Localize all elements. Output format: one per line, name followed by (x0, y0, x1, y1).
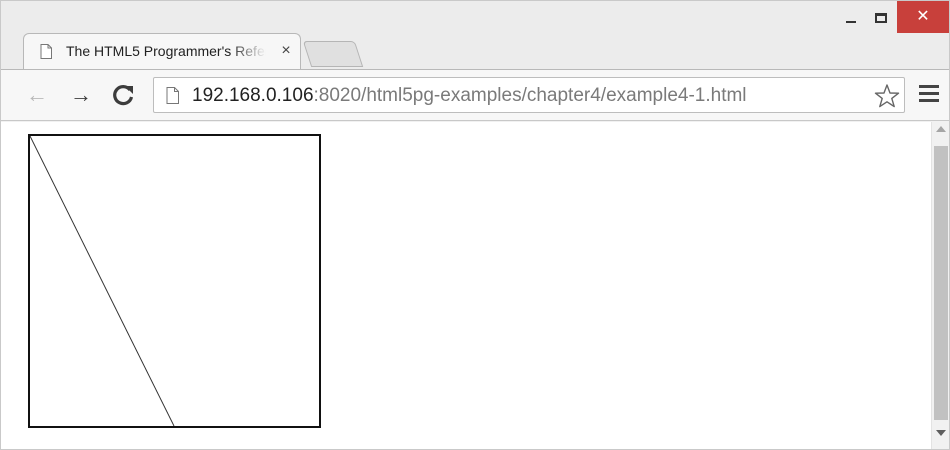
maximize-button[interactable] (863, 3, 899, 33)
tab-title: The HTML5 Programmer's Reference (66, 43, 266, 59)
back-button[interactable]: ← (23, 81, 51, 109)
minimize-icon (846, 21, 856, 23)
browser-window: The HTML5 Programmer's Reference × ✕ ← →… (0, 0, 950, 450)
title-bar: The HTML5 Programmer's Reference × ✕ (1, 1, 949, 69)
page-viewport (1, 122, 931, 449)
scroll-up-arrow-icon[interactable] (936, 126, 946, 132)
star-icon[interactable] (874, 83, 900, 109)
page-icon (166, 87, 179, 104)
maximize-icon (875, 13, 887, 23)
url-host: 192.168.0.106 (192, 85, 314, 106)
reload-button[interactable] (109, 81, 137, 109)
browser-toolbar: ← → 192.168.0.106:8020/html5pg-examples/… (1, 69, 949, 121)
scrollbar-thumb[interactable] (934, 146, 948, 420)
close-window-button[interactable]: ✕ (897, 1, 949, 33)
canvas-drawing (30, 136, 175, 426)
drawing-canvas[interactable] (28, 134, 321, 428)
canvas-diagonal-line (30, 136, 175, 426)
url-text[interactable]: 192.168.0.106:8020/html5pg-examples/chap… (192, 84, 862, 108)
url-path: :8020/html5pg-examples/chapter4/example4… (313, 85, 747, 106)
vertical-scrollbar[interactable] (931, 122, 949, 449)
document-icon (40, 44, 52, 59)
new-tab-button[interactable] (302, 41, 364, 67)
scroll-down-arrow-icon[interactable] (936, 430, 946, 436)
forward-button[interactable]: → (67, 81, 95, 109)
address-bar[interactable]: 192.168.0.106:8020/html5pg-examples/chap… (153, 77, 905, 113)
active-tab[interactable]: The HTML5 Programmer's Reference × (23, 33, 301, 69)
tab-close-button[interactable]: × (276, 40, 296, 62)
hamburger-menu-icon[interactable] (919, 85, 939, 105)
reload-icon (113, 85, 134, 106)
